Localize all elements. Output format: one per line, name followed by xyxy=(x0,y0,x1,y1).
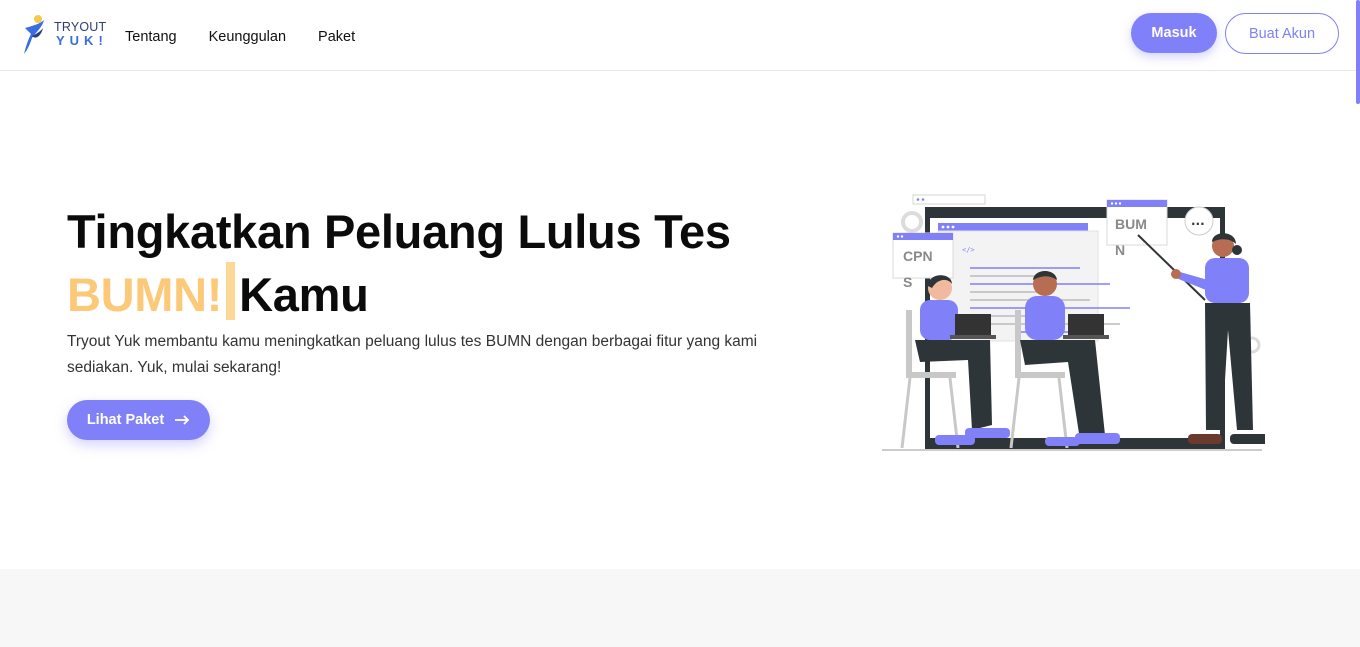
logo-figure-icon xyxy=(24,15,44,54)
hero-illustration: </> CPN S BUM N ... xyxy=(880,190,1268,470)
card-bumn-line2: N xyxy=(1115,242,1125,258)
hero-title-line1: Tingkatkan Peluang Lulus Tes xyxy=(67,205,731,258)
card-cpns-line1: CPN xyxy=(903,248,933,264)
view-packages-label: Lihat Paket xyxy=(86,412,165,428)
brand-logo[interactable]: TRYOUT YUK! xyxy=(22,14,112,56)
hero-title: Tingkatkan Peluang Lulus Tes BUMN! Kamu xyxy=(67,202,731,325)
login-button[interactable]: Masuk xyxy=(1131,13,1217,53)
code-tag: </> xyxy=(962,246,975,254)
nav-item-tentang[interactable]: Tentang xyxy=(125,29,177,45)
hero-description: Tryout Yuk membantu kamu meningkatkan pe… xyxy=(67,333,758,376)
arrow-right-icon xyxy=(175,415,190,425)
top-navbar: TRYOUT YUK! Tentang Keunggulan Paket Mas… xyxy=(0,0,1360,71)
main-nav: Tentang Keunggulan Paket xyxy=(125,29,355,45)
register-button[interactable]: Buat Akun xyxy=(1225,13,1339,54)
hero-title-accent: BUMN! xyxy=(67,268,223,321)
card-bumn-line1: BUM xyxy=(1115,216,1147,232)
card-cpns-line2: S xyxy=(903,274,912,290)
typing-cursor xyxy=(226,262,236,320)
nav-item-keunggulan[interactable]: Keunggulan xyxy=(209,29,286,45)
next-section xyxy=(0,569,1360,647)
brand-name-line1: TRYOUT xyxy=(54,20,107,34)
view-packages-button[interactable]: Lihat Paket xyxy=(67,400,210,440)
nav-item-paket[interactable]: Paket xyxy=(318,29,355,45)
students-studying-illustration: </> CPN S BUM N ... xyxy=(882,194,1268,451)
brand-name-line2: YUK! xyxy=(56,33,108,48)
speech-bubble: ... xyxy=(1191,214,1205,228)
page-scrollbar[interactable] xyxy=(1356,0,1360,104)
hero-title-tail: Kamu xyxy=(239,268,369,321)
